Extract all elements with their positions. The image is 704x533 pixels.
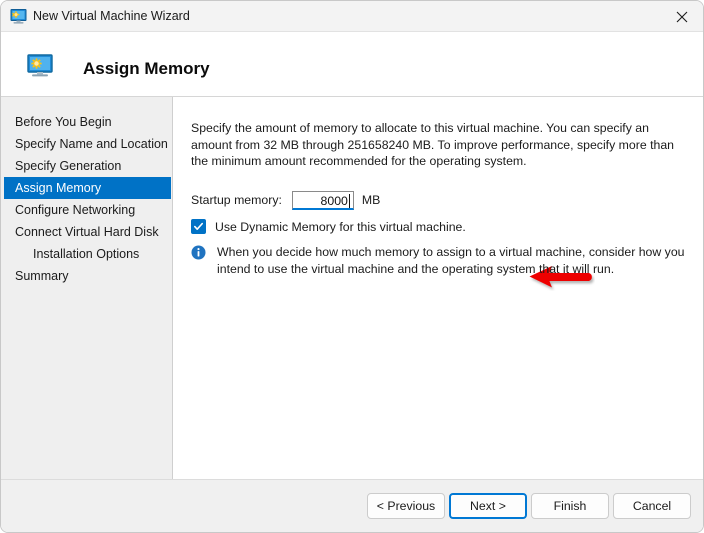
- startup-memory-unit: MB: [361, 193, 381, 207]
- page-title: Assign Memory: [83, 59, 210, 78]
- sidebar-item-connect-virtual-hard-disk[interactable]: Connect Virtual Hard Disk: [4, 221, 171, 243]
- use-dynamic-memory-checkbox[interactable]: [191, 219, 206, 234]
- startup-memory-row: Startup memory: 8000 MB: [191, 189, 380, 211]
- wizard-window: New Virtual Machine Wizard Assign Memory…: [0, 0, 704, 533]
- sidebar-item-installation-options[interactable]: Installation Options: [4, 243, 171, 265]
- text-caret: [348, 193, 350, 208]
- startup-memory-label: Startup memory:: [191, 193, 282, 207]
- finish-button[interactable]: Finish: [531, 493, 609, 519]
- page-header: Assign Memory: [1, 32, 703, 97]
- sidebar-item-configure-networking[interactable]: Configure Networking: [4, 199, 171, 221]
- window-title: New Virtual Machine Wizard: [33, 9, 190, 23]
- next-button[interactable]: Next >: [449, 493, 527, 519]
- startup-memory-input[interactable]: 8000: [291, 190, 354, 210]
- use-dynamic-memory-row[interactable]: Use Dynamic Memory for this virtual mach…: [191, 219, 466, 234]
- sidebar-item-summary[interactable]: Summary: [4, 265, 171, 287]
- wizard-steps-sidebar: Before You Begin Specify Name and Locati…: [1, 97, 173, 479]
- instruction-text: Specify the amount of memory to allocate…: [191, 121, 675, 168]
- cancel-button[interactable]: Cancel: [613, 493, 691, 519]
- sidebar-item-specify-generation[interactable]: Specify Generation: [4, 155, 171, 177]
- use-dynamic-memory-label: Use Dynamic Memory for this virtual mach…: [215, 219, 466, 234]
- sidebar-item-before-you-begin[interactable]: Before You Begin: [4, 111, 171, 133]
- sidebar-item-specify-name-location[interactable]: Specify Name and Location: [4, 133, 171, 155]
- wizard-footer: < Previous Next > Finish Cancel: [1, 479, 703, 532]
- sidebar-item-assign-memory[interactable]: Assign Memory: [4, 177, 171, 199]
- close-icon[interactable]: [659, 1, 703, 32]
- info-note: When you decide how much memory to assig…: [191, 244, 687, 277]
- wizard-body: Before You Begin Specify Name and Locati…: [1, 97, 703, 479]
- virtual-machine-icon: [27, 54, 53, 78]
- info-note-text: When you decide how much memory to assig…: [217, 245, 685, 276]
- title-bar: New Virtual Machine Wizard: [1, 1, 703, 32]
- startup-memory-value: 8000: [320, 193, 348, 208]
- virtual-machine-icon: [10, 8, 27, 25]
- info-icon: [191, 245, 206, 265]
- wizard-content-pane: Specify the amount of memory to allocate…: [174, 97, 703, 479]
- previous-button[interactable]: < Previous: [367, 493, 445, 519]
